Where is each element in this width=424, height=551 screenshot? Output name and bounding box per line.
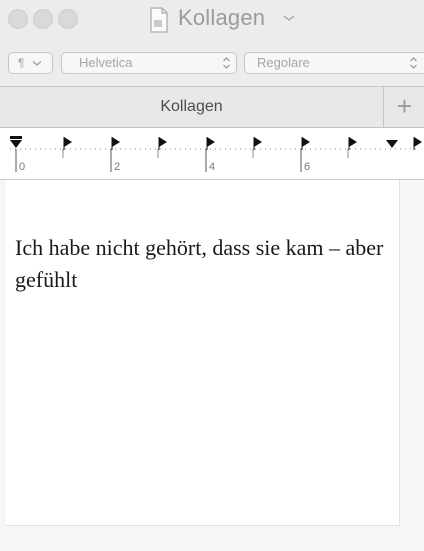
font-family-popup[interactable]: Helvetica — [61, 52, 237, 74]
ruler-label: 0 — [19, 161, 26, 173]
left-indent-marker[interactable] — [9, 140, 23, 152]
format-toolbar: ¶ Helvetica Regolare — [0, 44, 424, 87]
ruler-label: 2 — [114, 161, 121, 173]
tab-bar: Kollagen + — [0, 87, 424, 128]
font-style-popup[interactable]: Regolare — [244, 52, 424, 74]
document-page[interactable]: Ich habe nicht gehört, dass sie kam – ab… — [6, 180, 400, 526]
new-tab-button[interactable]: + — [385, 87, 424, 127]
document-text[interactable]: Ich habe nicht gehört, dass sie kam – ab… — [15, 232, 395, 296]
font-family-value: Helvetica — [79, 55, 133, 70]
up-down-arrows-icon — [410, 57, 417, 69]
chevron-down-icon[interactable] — [283, 13, 295, 23]
tab-stop-marker[interactable] — [347, 136, 359, 150]
paragraph-style-popup[interactable]: ¶ — [8, 52, 53, 74]
tab-stop-marker[interactable] — [412, 136, 424, 150]
document-icon — [150, 7, 168, 33]
up-down-arrows-icon — [223, 57, 230, 69]
window-title[interactable]: Kollagen — [178, 5, 265, 31]
close-button[interactable] — [8, 9, 28, 29]
ruler-label: 6 — [304, 161, 311, 173]
tab-stop-marker[interactable] — [157, 136, 169, 150]
right-indent-marker[interactable] — [385, 139, 399, 149]
ruler[interactable]: 0 2 4 6 — [0, 128, 424, 180]
font-style-value: Regolare — [257, 55, 310, 70]
tab-stop-marker[interactable] — [252, 136, 264, 150]
tab-stop-marker[interactable] — [300, 136, 312, 150]
paragraph-style-value: ¶ — [18, 56, 25, 70]
tab-kollagen[interactable]: Kollagen — [0, 87, 384, 127]
tab-stop-marker[interactable] — [205, 136, 217, 150]
zoom-button[interactable] — [58, 9, 78, 29]
ruler-label: 4 — [209, 161, 216, 173]
chevron-down-icon — [32, 61, 42, 66]
tab-stop-marker[interactable] — [62, 136, 74, 150]
tab-stop-marker[interactable] — [110, 136, 122, 150]
minimize-button[interactable] — [33, 9, 53, 29]
title-bar: Kollagen — [0, 0, 424, 44]
